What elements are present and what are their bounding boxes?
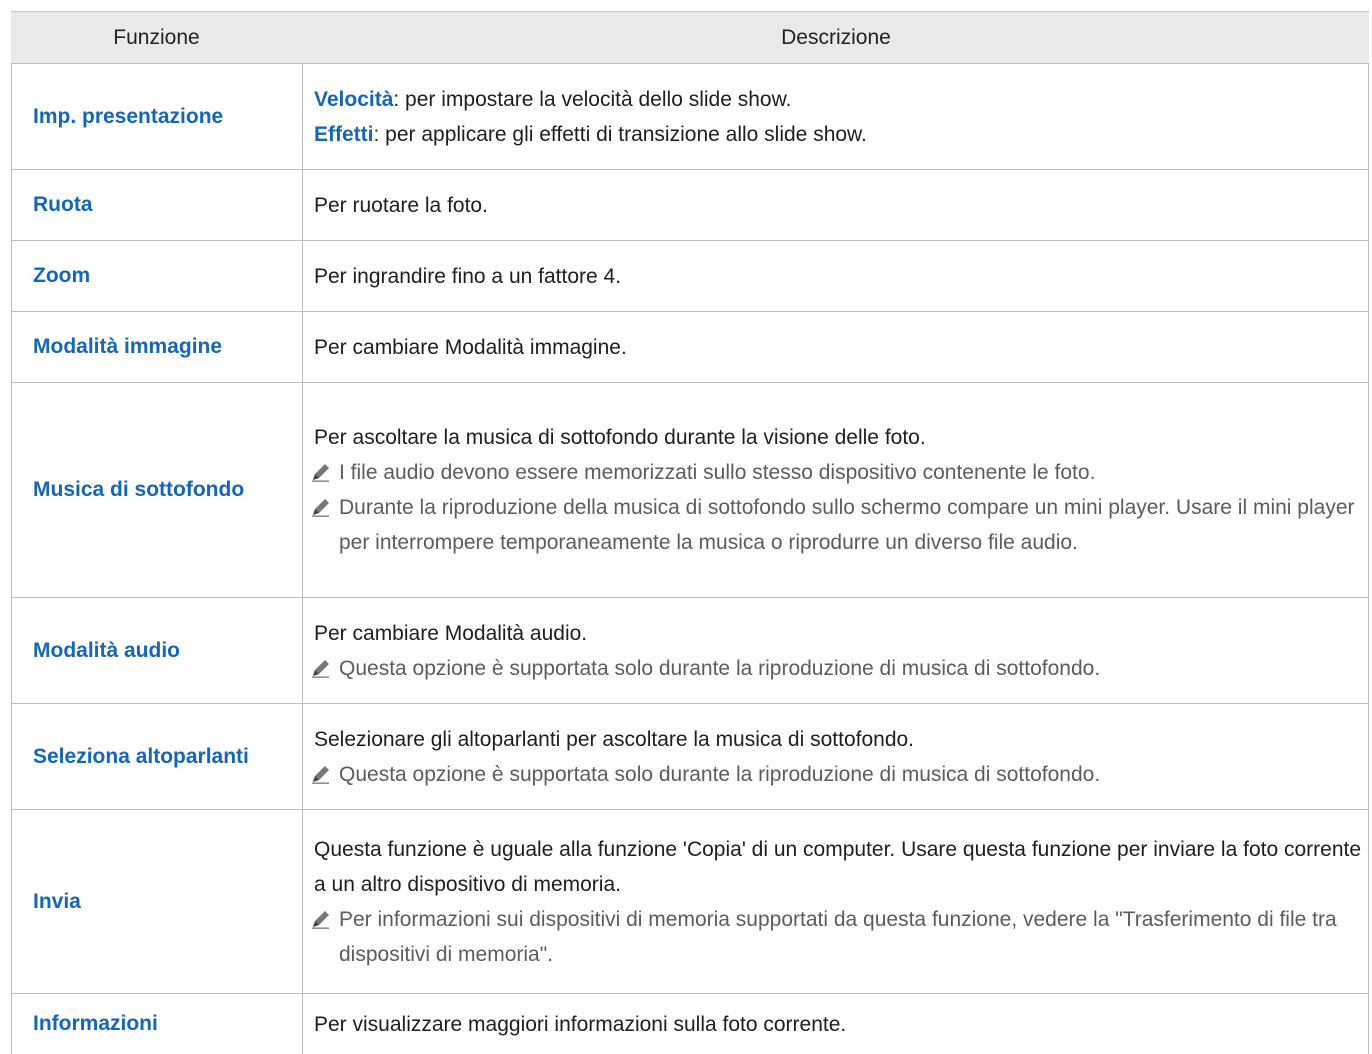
table-row: Modalità audio Per cambiare Modalità aud… bbox=[11, 598, 1369, 703]
function-name: Modalità immagine bbox=[33, 335, 223, 358]
description-cell: Per ruotare la foto. bbox=[314, 170, 1363, 240]
row-divider bbox=[11, 382, 1369, 383]
note: Per informazioni sui dispositivi di memo… bbox=[311, 902, 1363, 972]
function-name: Seleziona altoparlanti bbox=[33, 744, 249, 768]
keyword: Effetti bbox=[314, 122, 374, 146]
function-table: Funzione Descrizione Imp. presentazione … bbox=[11, 11, 1369, 1054]
table-left-border bbox=[11, 63, 12, 1054]
function-name: Imp. presentazione bbox=[33, 104, 224, 128]
pencil-note-icon bbox=[311, 651, 339, 686]
function-name: Ruota bbox=[33, 193, 93, 216]
description-text: Per ascoltare la musica di sottofondo du… bbox=[314, 426, 926, 449]
function-name: Musica di sottofondo bbox=[33, 478, 245, 501]
description-cell: Questa funzione è uguale alla funzione '… bbox=[311, 810, 1363, 993]
table-row: Zoom Per ingrandire fino a un fattore 4. bbox=[11, 241, 1369, 311]
row-divider bbox=[11, 703, 1369, 704]
description-cell: Selezionare gli altoparlanti per ascolta… bbox=[311, 704, 1363, 809]
table-row: Invia Questa funzione è uguale alla funz… bbox=[11, 810, 1369, 993]
description-text: Per cambiare Modalità immagine. bbox=[314, 335, 627, 359]
description-text: Per ingrandire fino a un fattore 4. bbox=[314, 264, 622, 288]
row-divider bbox=[11, 169, 1369, 170]
pencil-note-icon bbox=[311, 490, 339, 560]
row-divider bbox=[11, 809, 1369, 810]
table-row: Ruota Per ruotare la foto. bbox=[11, 170, 1369, 240]
table-right-border bbox=[1368, 63, 1369, 1054]
pencil-note-icon bbox=[311, 757, 339, 792]
function-name: Informazioni bbox=[33, 1012, 158, 1035]
function-name: Zoom bbox=[33, 264, 91, 287]
row-divider bbox=[11, 240, 1369, 241]
table-row: Informazioni Per visualizzare maggiori i… bbox=[11, 994, 1369, 1054]
row-divider bbox=[11, 993, 1369, 994]
row-divider bbox=[11, 597, 1369, 598]
description-text: Per ruotare la foto. bbox=[314, 193, 488, 217]
function-name: Modalità audio bbox=[33, 638, 180, 662]
pencil-note-icon bbox=[311, 455, 339, 490]
description-cell: Per ingrandire fino a un fattore 4. bbox=[314, 241, 1363, 311]
keyword: Velocità bbox=[314, 87, 394, 111]
table-header: Funzione Descrizione bbox=[11, 11, 1369, 64]
pencil-note-icon bbox=[311, 902, 339, 972]
description-cell: Velocità: per impostare la velocità dell… bbox=[314, 64, 1363, 169]
description-cell: Per cambiare Modalità audio. Questa opzi… bbox=[311, 598, 1363, 703]
description-cell: Per ascoltare la musica di sottofondo du… bbox=[311, 383, 1363, 597]
note: Questa opzione è supportata solo durante… bbox=[311, 651, 1363, 686]
description-line: Effetti: per applicare gli effetti di tr… bbox=[314, 122, 867, 146]
description-text: Questa funzione è uguale alla funzione '… bbox=[314, 837, 1362, 896]
column-divider bbox=[302, 63, 303, 1054]
description-text: Per cambiare Modalità audio. bbox=[314, 621, 588, 645]
note: I file audio devono essere memorizzati s… bbox=[311, 455, 1363, 490]
table-row: Modalità immagine Per cambiare Modalità … bbox=[11, 312, 1369, 382]
description-cell: Per cambiare Modalità immagine. bbox=[314, 312, 1363, 382]
table-row: Musica di sottofondo Per ascoltare la mu… bbox=[11, 383, 1369, 597]
row-divider bbox=[11, 311, 1369, 312]
description-line: Velocità: per impostare la velocità dell… bbox=[314, 87, 792, 111]
note: Questa opzione è supportata solo durante… bbox=[311, 757, 1363, 792]
description-cell: Per visualizzare maggiori informazioni s… bbox=[314, 994, 1363, 1054]
row-divider bbox=[11, 63, 1369, 64]
description-text: Selezionare gli altoparlanti per ascolta… bbox=[314, 727, 915, 751]
table-row: Seleziona altoparlanti Selezionare gli a… bbox=[11, 704, 1369, 809]
function-name: Invia bbox=[33, 889, 81, 913]
header-funzione: Funzione bbox=[113, 26, 200, 49]
table-row: Imp. presentazione Velocità: per imposta… bbox=[11, 64, 1369, 169]
header-descrizione: Descrizione bbox=[781, 26, 891, 49]
description-text: Per visualizzare maggiori informazioni s… bbox=[314, 1012, 847, 1036]
note: Durante la riproduzione della musica di … bbox=[311, 490, 1363, 560]
